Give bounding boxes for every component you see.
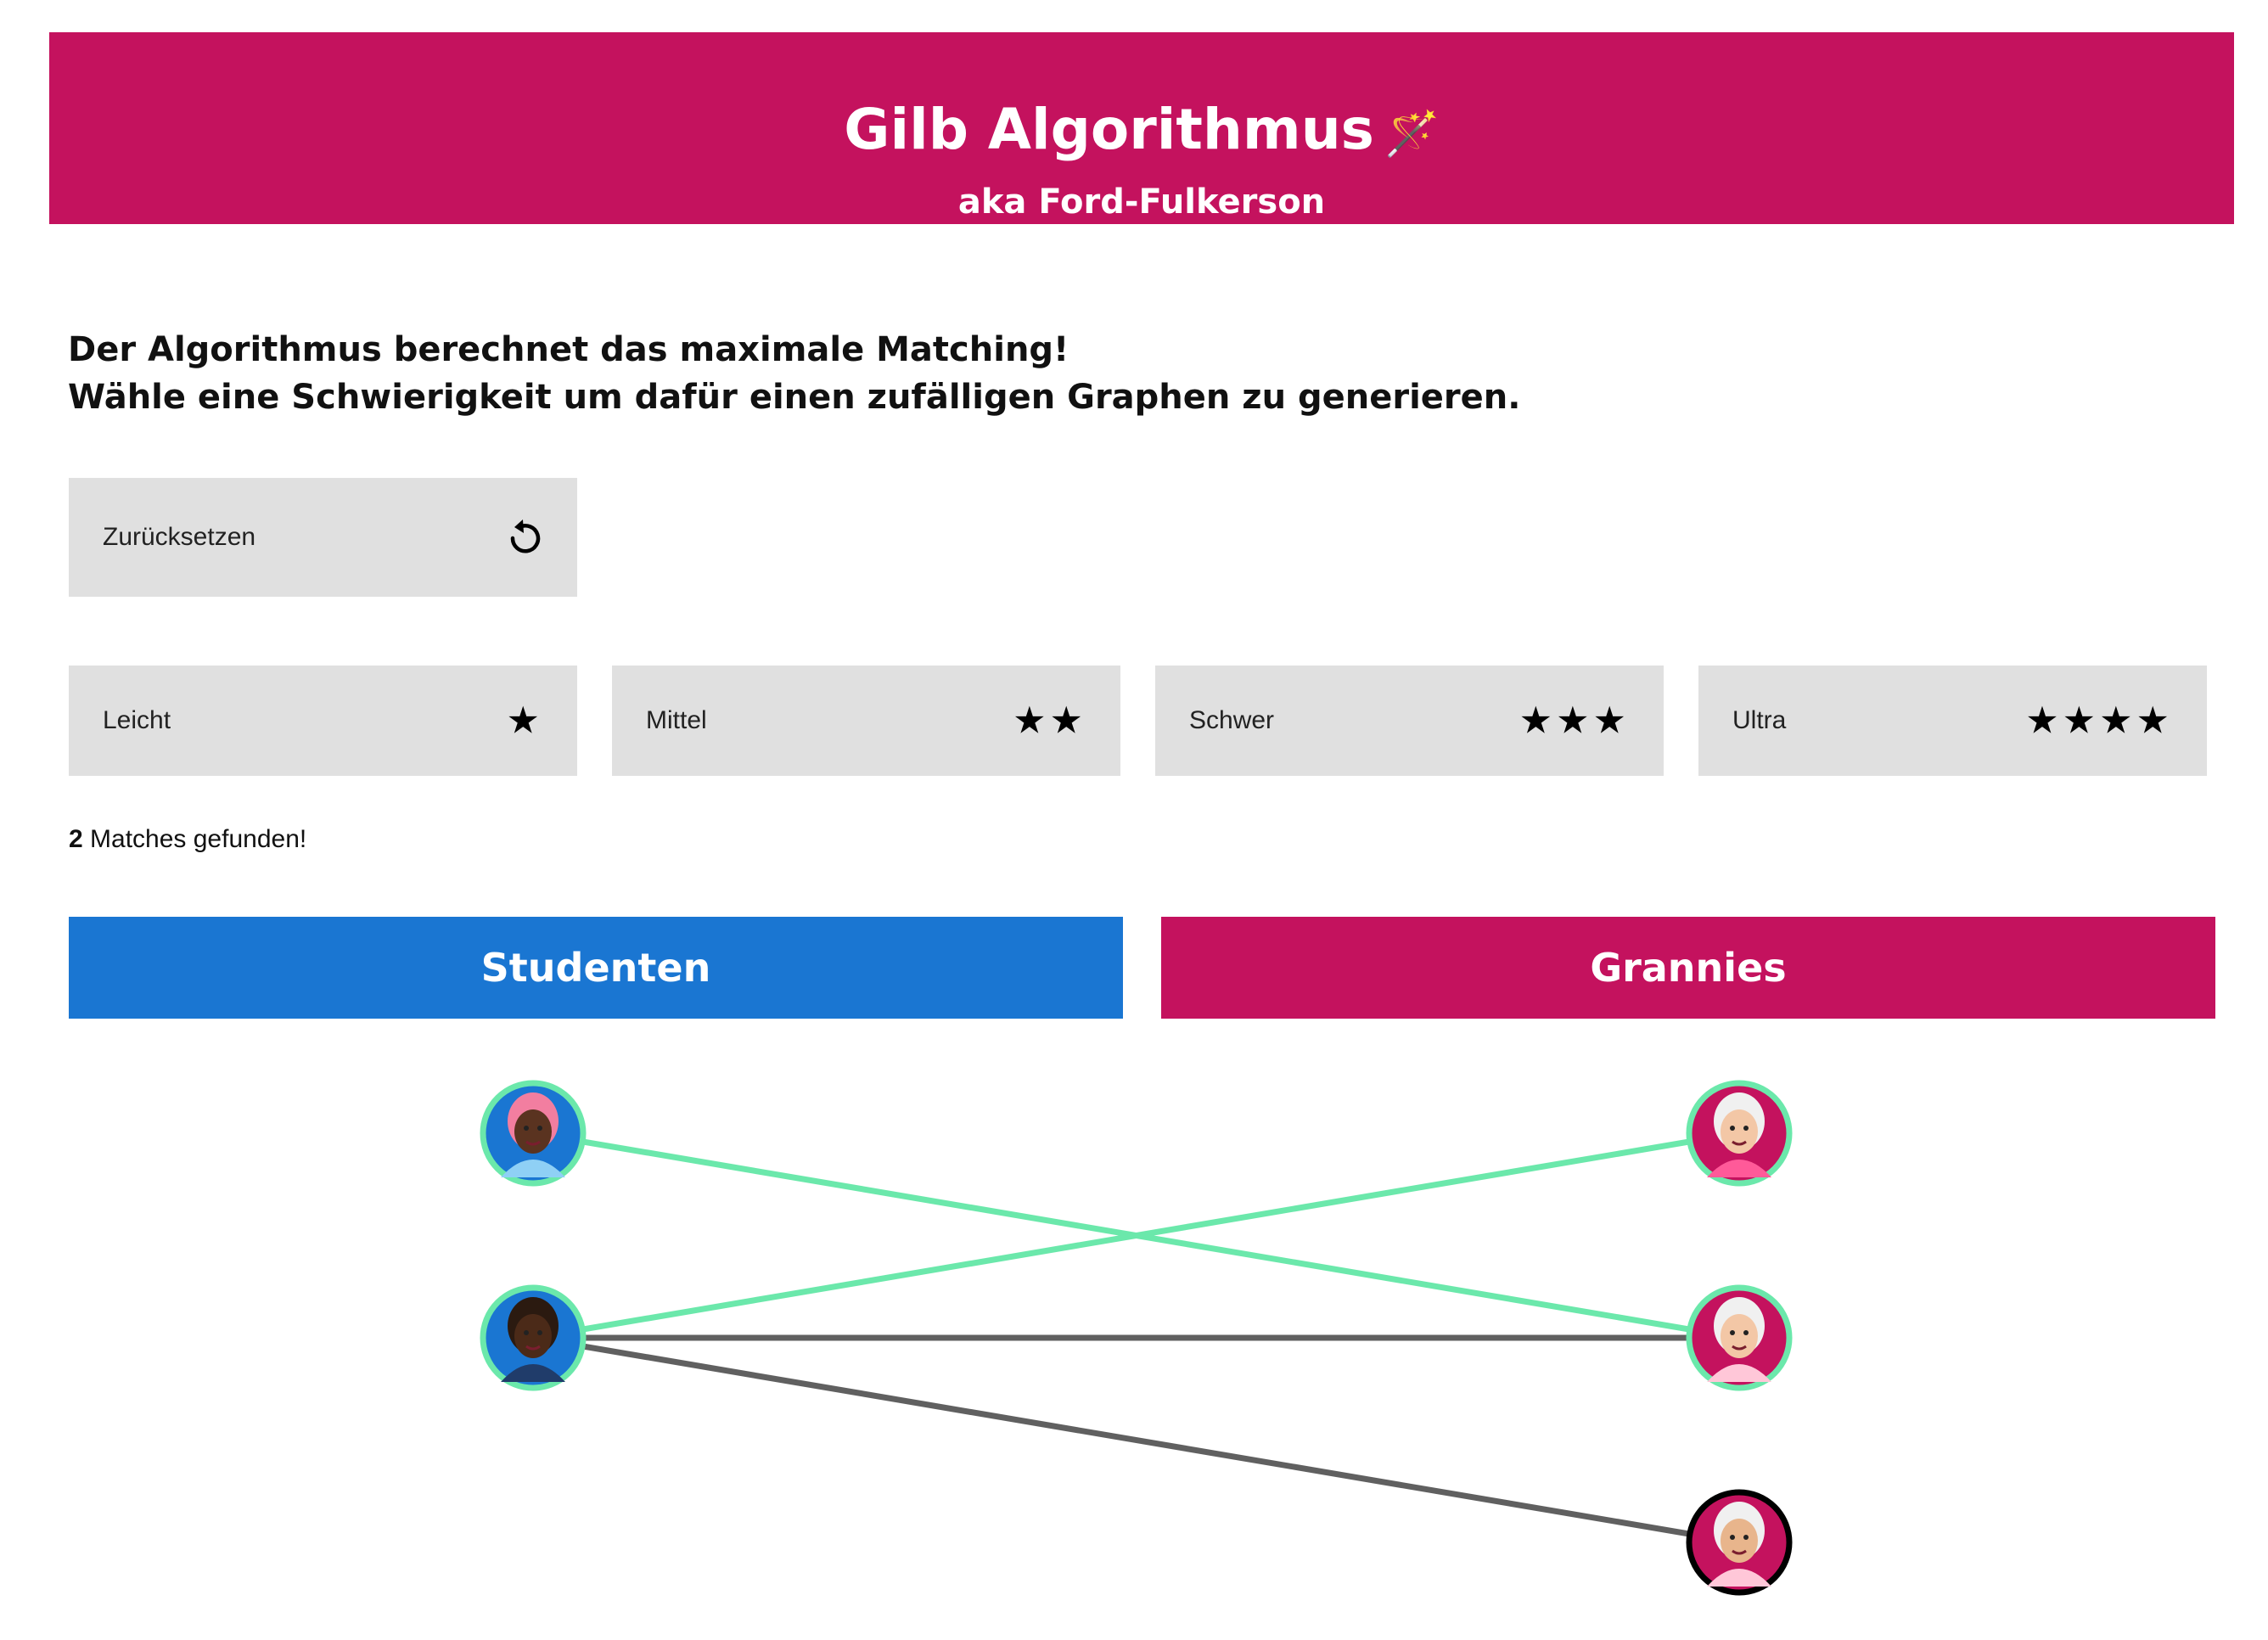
granny-avatar-crying[interactable] <box>1686 1284 1793 1391</box>
avatar-eye <box>1743 1126 1749 1131</box>
avatar-face <box>1721 1109 1758 1154</box>
avatar-face <box>1721 1519 1758 1563</box>
avatar-eye <box>537 1126 542 1131</box>
avatar-face <box>1721 1314 1758 1358</box>
avatar-face <box>514 1109 552 1154</box>
avatar-eye <box>1743 1330 1749 1335</box>
unmatched-edge <box>530 1334 1743 1546</box>
avatar-eye <box>1743 1535 1749 1540</box>
avatar-eye <box>524 1330 529 1335</box>
avatar-face <box>514 1314 552 1358</box>
avatar-eye <box>537 1330 542 1335</box>
matching-graph <box>480 1080 1793 1596</box>
avatar-eye <box>1730 1535 1735 1540</box>
student-avatar-pink-hair[interactable] <box>480 1080 587 1187</box>
student-avatar-resist-shirt[interactable] <box>480 1284 587 1391</box>
avatar-eye <box>524 1126 529 1131</box>
avatar-eye <box>1730 1126 1735 1131</box>
avatar-eye <box>1730 1330 1735 1335</box>
granny-avatar-unmatched[interactable] <box>1686 1489 1793 1596</box>
granny-avatar-pink-shirt[interactable] <box>1686 1080 1793 1187</box>
